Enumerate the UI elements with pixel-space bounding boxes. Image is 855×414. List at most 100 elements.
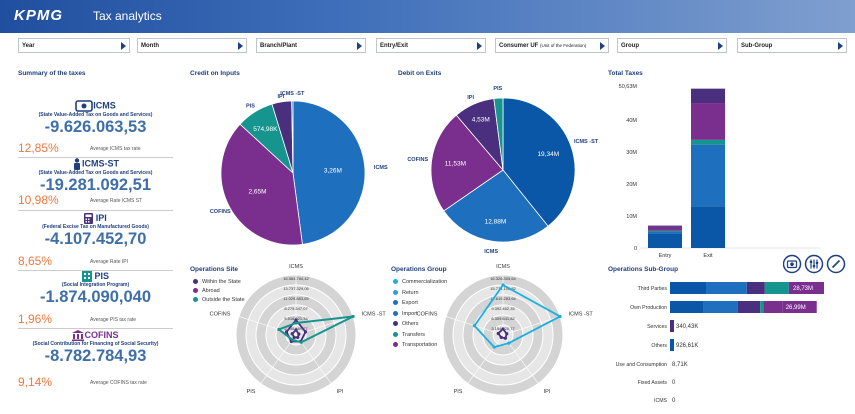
kpi-pis-value: -1.874.090,040 [39,288,151,307]
site-radar-point [351,314,355,319]
group-radar-point [507,341,511,345]
debit-title: Debit on Exits [398,70,442,77]
credit-pie-slice [220,123,303,246]
group-radar-series [473,284,561,349]
site-radar-point [297,332,301,336]
group-radar-point [499,335,503,340]
filter-consumer-uf[interactable]: Consumer UF (Unit of the Federation) [495,38,609,53]
subgroup-category-label: Others [651,343,667,349]
legend-item: Return [393,290,419,296]
group-radar-ring-label: 3.154.820,77 [491,326,515,331]
group-radar-ring-label: 6.309.641,82 [491,316,515,321]
filter-entry-exit[interactable]: Entry/Exit [376,38,486,53]
total-tick-label: 20M [626,182,637,188]
group-radar-point [472,324,477,328]
site-radar-ring [255,294,337,376]
filter-month[interactable]: Month [137,38,247,53]
credit-pie-slice [292,100,366,245]
site-radar-point [299,340,303,344]
group-radar-ring [462,294,544,376]
group-radar-point [503,336,507,340]
total-bar-segment [648,225,682,227]
group-radar-point [496,331,500,336]
group-radar-ring [452,284,554,386]
filter-group[interactable]: Group [617,38,727,53]
site-radar-ring-label: 16.564.784,42 [283,276,309,281]
debit-pie-slice [493,97,504,171]
subgroup-category-label: Services [647,324,667,330]
kpi-cofins: COFINS (Social Contribution for Financin… [18,330,173,365]
debit-pie-slice-label: ICMS -ST [574,139,599,145]
site-radar-spoke [238,316,297,336]
kpi-icmsst-value: -19.281.092,51 [39,176,151,194]
chevron-right-icon [357,42,362,50]
total-bar-segment [648,232,682,234]
subgroup-bar-segment [670,282,706,294]
subgroup-title: Operations Sub-Group [608,266,679,273]
group-radar-ring-label: 12.619.283,64 [490,296,516,301]
sliders-icon[interactable] [804,254,824,274]
group-radar-spoke [467,334,504,384]
total-tick-label: 0 [634,246,637,252]
group-radar-spoke [502,334,539,384]
chevron-right-icon [838,42,843,50]
site-radar-axis-label: PIS [247,389,256,395]
debit-pie-slice [455,98,504,172]
camera-icon[interactable] [783,254,802,274]
subgroup-bar-segment [760,301,764,313]
filter-sub-group[interactable]: Sub-Group [737,38,847,53]
edit-icon[interactable] [826,254,846,274]
total-tick-label: 30M [626,150,637,156]
site-radar-spoke [260,334,297,384]
filter-year[interactable]: Year [18,38,130,53]
chevron-right-icon [600,42,605,50]
legend-item: Transfers [393,332,425,338]
site-radar-point [299,339,303,344]
debit-pie-slice-label: PIS [493,86,502,92]
person-icon [74,158,80,170]
total-tick-label: 40M [626,118,637,124]
total-title: Total Taxes [608,70,643,77]
building-icon [81,271,92,283]
site-radar-series [277,315,355,344]
group-radar-spoke [445,316,504,336]
group-radar-point [492,345,496,349]
credit-pie-slice-label: PIS [246,103,255,109]
site-radar-point [303,330,308,334]
subgroup-bar-segment [703,301,738,313]
group-radar-series [497,328,508,340]
site-radar-ring [265,304,327,366]
kpi-pis-rate: 1,96% Average PIS tax rate [18,312,137,326]
calculator-icon [84,213,94,225]
kpi-icms-rate: 12,85% Average ICMS tax rate [18,141,141,155]
subgroup-data-label: 28,73M [793,286,813,292]
debit-pie-data-label: 4,53M [472,117,490,124]
group-radar-point [501,283,505,287]
kpi-ipi-value: -4.107.452,70 [44,230,147,249]
debit-pie-data-label: 11,53M [445,161,466,168]
site-radar-series [285,319,307,343]
credit-pie-data-label: 3,26M [324,167,342,174]
site-radar-spoke [295,334,332,384]
group-radar-point [501,327,505,331]
subgroup-data-label: 26,99M [786,305,806,311]
chevron-right-icon [718,42,723,50]
credit-pie-data-label: 2,65M [248,188,266,195]
site-radar-axis-label: IPI [337,389,344,395]
subgroup-bar-segment [763,301,783,313]
site-radar-spoke [295,316,354,336]
credit-title: Credit on Inputs [190,70,240,77]
credit-pie-slice [271,100,294,174]
site-radar-ring-label: 8.275.347,07 [284,306,308,311]
site-radar-axis-label: ICMS -ST [362,312,387,318]
site-radar-point [290,332,294,336]
group-radar-ring-label: 9.392.462,35 [491,306,515,311]
filter-branch-plant[interactable]: Branch/Plant [256,38,366,53]
credit-pie-slice-label: ICMS [374,165,388,171]
subgroup-data-label: 926,61K [676,343,698,349]
kpmg-logo: KPMG [14,7,63,24]
subgroup-category-label: ICMS [654,398,668,404]
subgroup-bar-segment [670,301,704,313]
total-bar-segment [648,230,682,233]
kpi-ipi-rate: 8,65% Average Rate IPI [18,254,128,268]
